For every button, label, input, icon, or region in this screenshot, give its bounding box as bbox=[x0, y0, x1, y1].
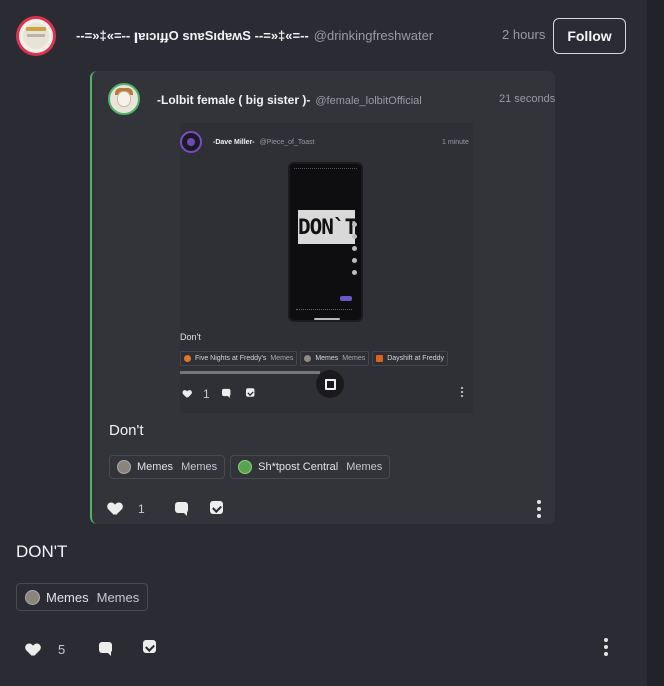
quote-tag-row: Memes Memes Sh*tpost Central Memes bbox=[109, 455, 391, 479]
inner-tag: Memes Memes bbox=[300, 351, 370, 366]
phone-screenshot: DON`T bbox=[288, 162, 363, 322]
heart-icon bbox=[108, 503, 122, 515]
reblog-icon bbox=[246, 388, 255, 397]
comment-button[interactable] bbox=[99, 642, 112, 656]
follow-button[interactable]: Follow bbox=[553, 18, 626, 54]
memes-community-icon bbox=[304, 355, 312, 362]
video-progress-bar bbox=[180, 371, 320, 374]
quote-like-button[interactable]: 1 bbox=[108, 502, 145, 516]
video-text: DON`T bbox=[298, 210, 357, 244]
post-tag-row: Memes Memes bbox=[16, 583, 149, 611]
inner-tag-row: Five Nights at Freddy's Memes Memes Meme… bbox=[180, 351, 473, 366]
tag-chip[interactable]: Sh*tpost Central Memes bbox=[230, 455, 391, 479]
memes-community-icon bbox=[25, 589, 40, 605]
author-name-line[interactable]: --=»‡«=-- ꞁɐıɔıɟɟO snɐSıdɐʍS --=»‡«=-- @d… bbox=[76, 28, 433, 44]
quote-author-handle[interactable]: @female_lolbitOfficial bbox=[315, 95, 421, 107]
post-timestamp: 2 hours bbox=[502, 27, 546, 42]
inner-reblog bbox=[246, 386, 259, 399]
comment-icon bbox=[222, 388, 231, 399]
inner-author-name: -Dave Miller- bbox=[213, 139, 255, 146]
embedded-post-image[interactable]: -Dave Miller- @Piece_of_Toast 1 minute DO… bbox=[180, 123, 473, 413]
inner-author-handle: @Piece_of_Toast bbox=[259, 139, 315, 146]
reblog-button[interactable] bbox=[143, 640, 156, 653]
tag-chip[interactable]: Memes Memes bbox=[16, 583, 149, 611]
memes-community-icon bbox=[117, 460, 131, 474]
post-action-bar: 5 bbox=[26, 637, 626, 659]
quote-reblog-button[interactable] bbox=[210, 501, 223, 514]
reblog-icon bbox=[143, 640, 156, 653]
author-name[interactable]: --=»‡«=-- ꞁɐıɔıɟɟO snɐSıdɐʍS --=»‡«=-- bbox=[76, 28, 309, 43]
more-options-icon bbox=[536, 500, 542, 518]
inner-author-name-line: -Dave Miller- @Piece_of_Toast bbox=[213, 139, 315, 146]
inner-action-bar: 1 bbox=[180, 384, 473, 401]
comment-icon bbox=[99, 642, 112, 656]
like-count: 5 bbox=[58, 642, 66, 657]
quote-author-name-line[interactable]: -Lolbit female ( big sister )- @female_lo… bbox=[157, 93, 422, 107]
author-avatar[interactable] bbox=[16, 16, 56, 56]
author-handle[interactable]: @drinkingfreshwater bbox=[314, 28, 433, 43]
inner-more bbox=[459, 387, 465, 397]
inner-like: 1 bbox=[183, 387, 210, 401]
quote-action-bar: 1 bbox=[108, 500, 548, 518]
quote-timestamp: 21 seconds bbox=[499, 93, 555, 105]
quote-author-avatar[interactable] bbox=[108, 83, 140, 115]
dayshift-icon bbox=[376, 355, 384, 362]
tag-chip[interactable]: Memes Memes bbox=[109, 455, 226, 479]
inner-tag: Dayshift at Freddy bbox=[372, 351, 449, 366]
more-options-icon bbox=[603, 638, 609, 656]
inner-like-count: 1 bbox=[203, 387, 210, 401]
comment-icon bbox=[175, 502, 188, 516]
inner-tag: Five Nights at Freddy's Memes bbox=[180, 351, 298, 366]
quote-more-button[interactable] bbox=[536, 500, 542, 518]
inner-comment bbox=[222, 387, 235, 399]
quote-author-name[interactable]: -Lolbit female ( big sister )- bbox=[157, 93, 310, 107]
heart-icon bbox=[26, 644, 40, 656]
shitpost-community-icon bbox=[238, 460, 253, 474]
reblog-icon bbox=[210, 501, 223, 514]
quoted-post[interactable]: -Lolbit female ( big sister )- @female_lo… bbox=[90, 71, 555, 524]
inner-caption: Don't bbox=[180, 332, 201, 342]
quote-like-count: 1 bbox=[138, 502, 145, 516]
quote-caption: Don't bbox=[109, 422, 144, 439]
more-button[interactable] bbox=[603, 638, 609, 656]
page-edge bbox=[647, 0, 664, 686]
quote-comment-button[interactable] bbox=[175, 502, 188, 516]
more-options-icon bbox=[459, 387, 465, 397]
inner-timestamp: 1 minute bbox=[442, 139, 469, 146]
inner-author-avatar bbox=[180, 131, 202, 153]
fnaf-icon bbox=[184, 355, 191, 362]
post-card: --=»‡«=-- ꞁɐıɔıɟɟO snɐSıdɐʍS --=»‡«=-- @d… bbox=[0, 0, 647, 686]
post-caption: DON'T bbox=[16, 542, 68, 561]
heart-icon bbox=[183, 390, 191, 397]
like-button[interactable]: 5 bbox=[26, 642, 65, 657]
